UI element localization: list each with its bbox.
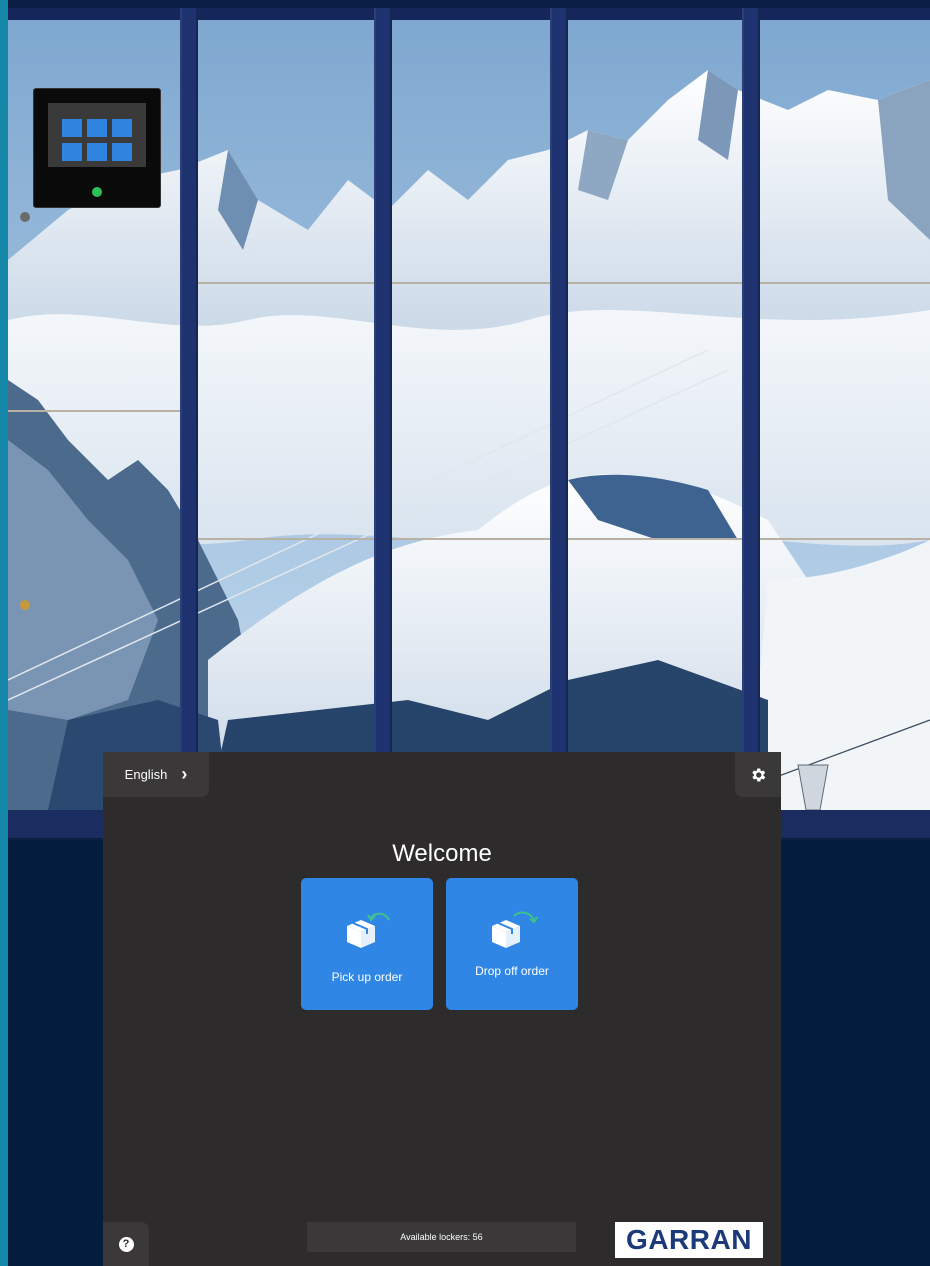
package-send-icon	[492, 911, 538, 948]
locker-door-seam	[198, 538, 374, 540]
mini-screen-tile	[112, 119, 132, 137]
locker-column-divider	[180, 8, 198, 838]
kiosk-panel: English › Welcome Pick up order Drop off…	[103, 752, 781, 1266]
available-lockers-status: Available lockers: 56	[307, 1222, 576, 1252]
mini-screen-tile	[62, 143, 82, 161]
locker-door-seam	[198, 282, 374, 284]
locker-door-seam	[392, 538, 550, 540]
locker-door-seam	[568, 538, 742, 540]
package-return-icon	[347, 912, 390, 948]
locker-top-bar	[8, 8, 930, 20]
settings-button[interactable]	[735, 752, 781, 797]
lock-knob-icon	[20, 212, 30, 222]
locker-column-divider	[742, 8, 760, 838]
mini-screen-tile	[62, 119, 82, 137]
left-edge-strip	[0, 0, 8, 1266]
language-button[interactable]: English ›	[103, 752, 209, 797]
help-button[interactable]: ?	[103, 1222, 149, 1266]
chevron-right-icon: ›	[181, 764, 188, 784]
welcome-title: Welcome	[392, 840, 492, 867]
gear-icon	[752, 768, 766, 781]
drop-off-order-button[interactable]: Drop off order	[446, 878, 578, 1010]
locker-column-divider	[550, 8, 568, 838]
locker-door-seam	[568, 282, 742, 284]
lock-knob-icon	[20, 600, 30, 610]
locker-column-divider	[374, 8, 392, 838]
pick-up-order-label: Pick up order	[331, 970, 403, 984]
locker-mini-screen	[33, 88, 161, 208]
mini-screen-tile	[87, 119, 107, 137]
pick-up-order-button[interactable]: Pick up order	[301, 878, 433, 1010]
mini-screen-status-dot	[92, 187, 102, 197]
question-circle-icon: ?	[118, 1236, 134, 1252]
locker-door-seam	[760, 538, 930, 540]
locker-door-seam	[760, 282, 930, 284]
mini-screen-display	[48, 103, 146, 167]
mini-screen-tile	[112, 143, 132, 161]
locker-door-seam	[392, 282, 550, 284]
mini-screen-tile	[87, 143, 107, 161]
locker-door-seam	[8, 410, 180, 412]
language-label: English	[124, 767, 168, 782]
drop-off-order-label: Drop off order	[475, 964, 549, 978]
brand-logo: GARRAN	[615, 1222, 763, 1258]
